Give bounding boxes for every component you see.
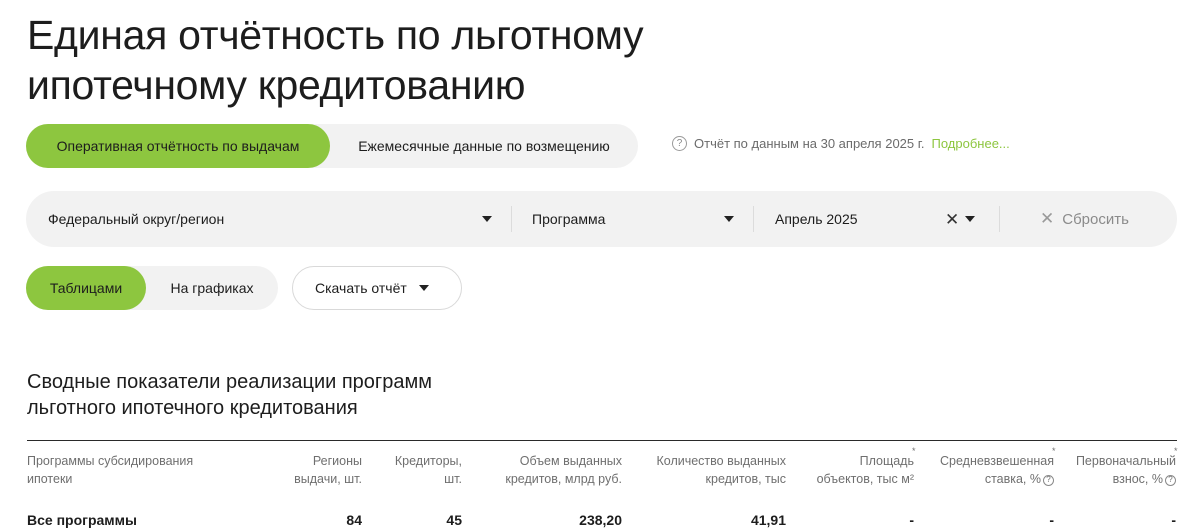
close-icon: ✕ xyxy=(1040,209,1055,228)
download-report-label: Скачать отчёт xyxy=(315,280,407,296)
header-volume: Объем выданных кредитов, млрд руб. xyxy=(462,452,622,488)
question-icon[interactable]: ? xyxy=(1165,474,1176,486)
chevron-down-icon xyxy=(418,285,429,291)
header-line: Площадь xyxy=(859,454,914,468)
header-rate: Средневзвешенная ставка, %? xyxy=(914,452,1054,488)
header-down-payment: Первоначальный взнос, %? xyxy=(1054,452,1176,488)
more-details-link[interactable]: Подробнее... xyxy=(932,136,1010,151)
tab-charts[interactable]: На графиках xyxy=(146,266,278,310)
header-line: ставка, % xyxy=(984,472,1041,486)
cell-area: - xyxy=(909,512,914,528)
divider xyxy=(753,206,754,232)
header-line: кредитов, млрд руб. xyxy=(505,472,622,486)
page-title-line2: ипотечному кредитованию xyxy=(27,62,526,108)
header-line: Объем выданных xyxy=(519,454,622,468)
section-title-line1: Сводные показатели реализации программ xyxy=(27,371,432,393)
download-report-button[interactable]: Скачать отчёт xyxy=(292,266,462,310)
cell-count: 41,91 xyxy=(750,512,786,528)
filter-bar: Федеральный округ/регион Программа Апрел… xyxy=(26,191,1177,247)
report-date-note: ? Отчёт по данным на 30 апреля 2025 г. П… xyxy=(672,136,1010,151)
header-programs: Программы субсидирования ипотеки xyxy=(27,452,247,488)
divider xyxy=(999,206,1000,232)
divider xyxy=(511,206,512,232)
header-line: Регионы xyxy=(312,454,362,468)
view-mode-tabs: Таблицами На графиках xyxy=(26,266,278,310)
program-select-value: Программа xyxy=(532,211,606,227)
chevron-down-icon[interactable] xyxy=(965,216,975,222)
header-count: Количество выданных кредитов, тыс xyxy=(622,452,786,488)
header-line: взнос, % xyxy=(1112,472,1163,486)
tab-monthly-compensation[interactable]: Ежемесячные данные по возмещению xyxy=(330,124,638,168)
report-date-text: Отчёт по данным на 30 апреля 2025 г. xyxy=(694,136,925,151)
clear-icon[interactable]: ✕ xyxy=(945,210,959,230)
tab-tables[interactable]: Таблицами xyxy=(26,266,146,310)
header-line: объектов, тыс м² xyxy=(816,472,914,486)
chevron-down-icon[interactable] xyxy=(724,216,734,222)
header-line: Первоначальный xyxy=(1075,454,1176,468)
cell-down-payment: - xyxy=(1171,512,1176,528)
header-creditors: Кредиторы, шт. xyxy=(362,452,462,488)
tab-operational-reporting[interactable]: Оперативная отчётность по выдачам xyxy=(26,124,330,168)
question-icon[interactable]: ? xyxy=(672,136,687,151)
section-title: Сводные показатели реализации программ л… xyxy=(27,369,432,421)
header-line: Количество выданных xyxy=(656,454,786,468)
cell-volume: 238,20 xyxy=(579,512,622,528)
header-line: Средневзвешенная xyxy=(940,454,1054,468)
cell-regions: 84 xyxy=(346,512,362,528)
header-line: Программы субсидирования xyxy=(27,454,194,468)
footnote-asterisk: * xyxy=(1174,446,1178,456)
cell-program: Все программы xyxy=(27,512,137,528)
page-title: Единая отчётность по льготному ипотечном… xyxy=(27,10,644,110)
region-select[interactable]: Федеральный округ/регион xyxy=(48,191,498,247)
region-select-value: Федеральный округ/регион xyxy=(48,211,225,227)
cell-rate: - xyxy=(1049,512,1054,528)
question-icon[interactable]: ? xyxy=(1043,474,1054,486)
header-line: кредитов, тыс xyxy=(705,472,786,486)
header-line: ипотеки xyxy=(27,472,73,486)
reset-label: Сбросить xyxy=(1062,210,1129,228)
header-line: выдачи, шт. xyxy=(294,472,362,486)
chevron-down-icon[interactable] xyxy=(482,216,492,222)
table-top-rule xyxy=(27,440,1177,441)
period-select-value: Апрель 2025 xyxy=(775,211,858,227)
report-type-tabs: Оперативная отчётность по выдачам Ежемес… xyxy=(26,124,638,168)
page-title-line1: Единая отчётность по льготному xyxy=(27,12,644,58)
period-select[interactable]: Апрель 2025 xyxy=(775,191,935,247)
header-area: Площадь объектов, тыс м² xyxy=(786,452,914,488)
reset-button[interactable]: ✕ Сбросить xyxy=(1040,209,1129,229)
program-select[interactable]: Программа xyxy=(532,191,732,247)
cell-creditors: 45 xyxy=(446,512,462,528)
header-line: Кредиторы, xyxy=(394,454,462,468)
header-regions: Регионы выдачи, шт. xyxy=(240,452,362,488)
section-title-line2: льготного ипотечного кредитования xyxy=(27,397,358,419)
header-line: шт. xyxy=(444,472,462,486)
